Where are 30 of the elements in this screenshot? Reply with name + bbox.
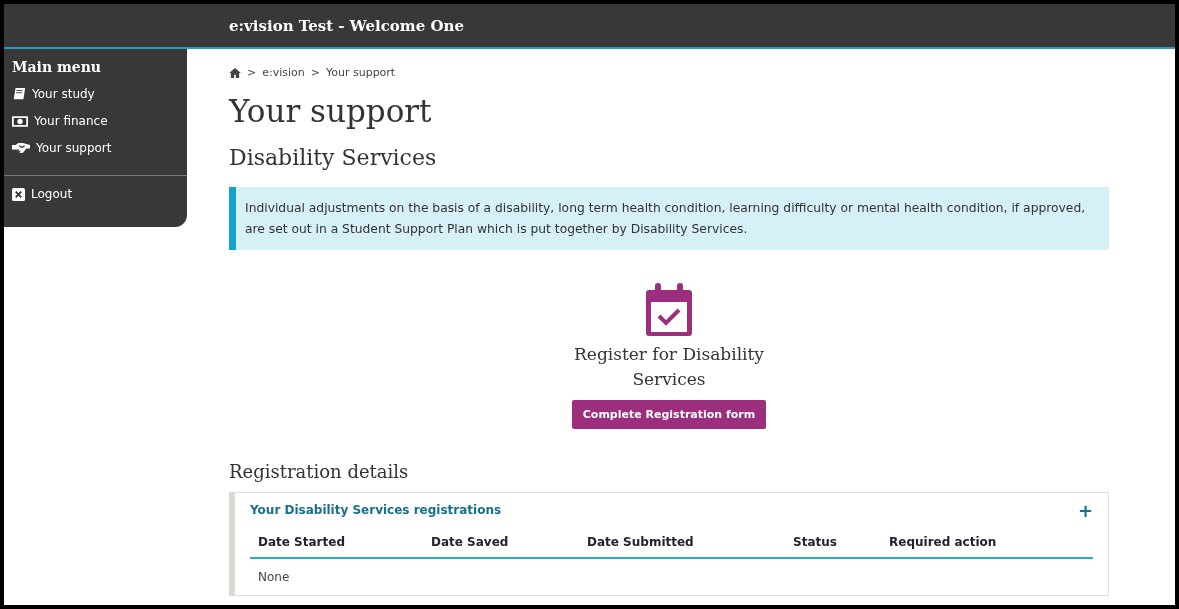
handshake-icon xyxy=(12,142,30,154)
info-message: Individual adjustments on the basis of a disability, long term health condition, learning difficulty or mental health condition, if approved, are set out in a Student Support Plan which is put together by Disability Services. xyxy=(229,187,1109,250)
section-title: Disability Services xyxy=(229,145,438,170)
breadcrumb-link[interactable]: e:vision xyxy=(262,66,305,79)
panel-title: Your Disability Services registrations xyxy=(250,503,502,517)
column-header: Date Saved xyxy=(431,535,510,549)
banknote-icon xyxy=(12,115,28,127)
menu-link[interactable]: Your finance xyxy=(34,114,108,128)
breadcrumb-separator: > xyxy=(310,66,320,79)
book-icon xyxy=(12,87,26,101)
column-header: Required action xyxy=(889,535,997,549)
register-heading: Register for Disability Services xyxy=(573,343,765,391)
calendar-check-icon xyxy=(643,282,695,336)
close-icon xyxy=(12,187,25,201)
complete-registration-button[interactable]: Complete Registration form xyxy=(571,400,767,429)
section-title: Registration details xyxy=(229,461,410,482)
expand-button[interactable]: + xyxy=(1077,499,1093,521)
site-title: e:vision Test - Welcome One xyxy=(229,16,464,35)
menu-title: Main menu xyxy=(11,59,103,75)
page-title: Your support xyxy=(229,93,433,129)
home-icon[interactable] xyxy=(229,67,241,78)
column-header: Date Started xyxy=(258,535,346,549)
breadcrumb-separator: > xyxy=(247,66,257,79)
empty-text: None xyxy=(257,569,291,586)
menu-link[interactable]: Logout xyxy=(31,187,73,201)
column-header: Date Submitted xyxy=(587,535,695,549)
breadcrumb-link[interactable]: Your support xyxy=(325,66,396,79)
menu-link[interactable]: Your study xyxy=(32,87,95,101)
menu-link[interactable]: Your support xyxy=(36,141,112,155)
column-header: Status xyxy=(793,535,838,549)
